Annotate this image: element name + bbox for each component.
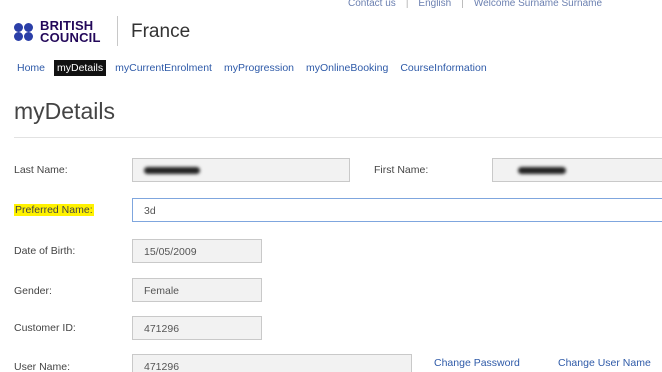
user-name-label: User Name: <box>14 361 71 372</box>
customer-id-label: Customer ID: <box>14 322 76 334</box>
welcome-text: Welcome Surname Surname <box>473 0 603 9</box>
main-nav: Home myDetails myCurrentEnrolment myProg… <box>14 58 496 78</box>
nav-myonlinebooking[interactable]: myOnlineBooking <box>303 60 391 76</box>
logo-dots-icon <box>14 23 36 41</box>
nav-myprogression[interactable]: myProgression <box>221 60 297 76</box>
first-name-field[interactable] <box>492 158 662 182</box>
dob-label: Date of Birth: <box>14 245 76 257</box>
dob-field: 15/05/2009 <box>132 239 262 263</box>
last-name-field[interactable] <box>132 158 350 182</box>
nav-home[interactable]: Home <box>14 60 48 76</box>
nav-mycurrentenrolment[interactable]: myCurrentEnrolment <box>112 60 215 76</box>
user-name-field: 471296 <box>132 354 412 372</box>
customer-id-field: 471296 <box>132 316 262 340</box>
last-name-label: Last Name: <box>14 164 68 176</box>
brand-line-2: COUNCIL <box>40 30 101 45</box>
language-link[interactable]: English <box>418 0 451 9</box>
country-name: France <box>131 21 191 42</box>
change-password-link[interactable]: Change Password <box>434 357 520 369</box>
preferred-name-input[interactable]: 3d <box>132 198 662 222</box>
redacted-value <box>144 167 200 174</box>
separator: | <box>405 0 409 9</box>
british-council-logo[interactable]: BRITISH COUNCIL <box>14 19 101 45</box>
nav-courseinformation[interactable]: CourseInformation <box>397 60 489 76</box>
header-divider <box>117 16 118 46</box>
preferred-name-label: Preferred Name: <box>14 204 94 216</box>
gender-field: Female <box>132 278 262 302</box>
brand-name: BRITISH COUNCIL <box>40 19 101 45</box>
first-name-label: First Name: <box>374 164 429 176</box>
page-title: myDetails <box>14 98 115 124</box>
gender-label: Gender: <box>14 285 52 297</box>
redacted-value <box>518 167 566 174</box>
separator: | <box>461 0 464 9</box>
nav-mydetails[interactable]: myDetails <box>54 60 107 76</box>
title-divider <box>14 137 662 138</box>
contact-us-link[interactable]: Contact us <box>348 0 396 9</box>
header: Contact us | English | Welcome Surname Surna… <box>0 0 662 56</box>
top-links: Contact us | English | Welcome Surname Surna… <box>348 0 612 9</box>
change-user-name-link[interactable]: Change User Name <box>558 357 651 369</box>
